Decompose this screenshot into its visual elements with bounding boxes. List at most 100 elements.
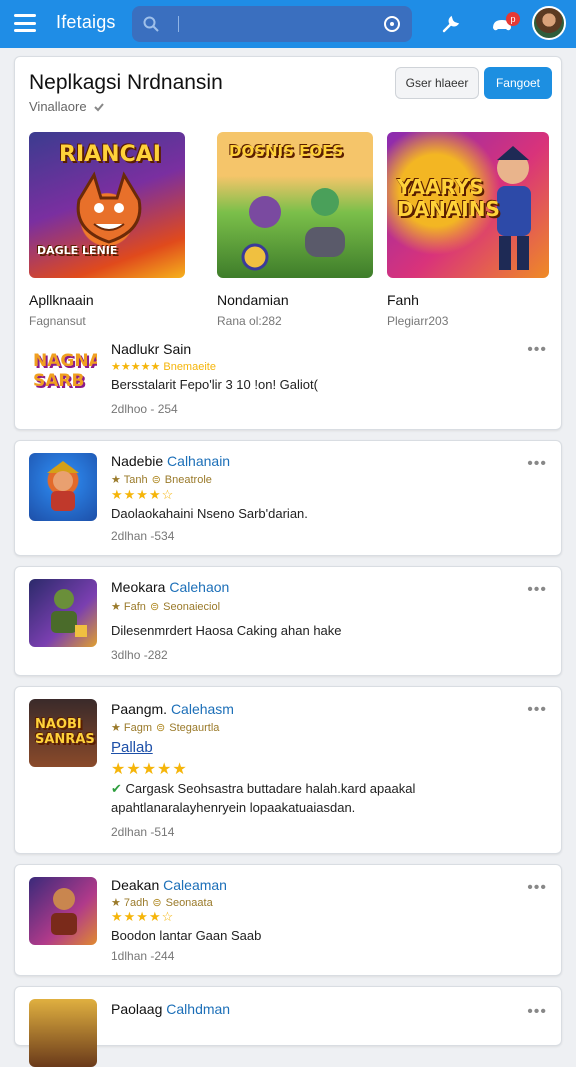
clear-search-icon[interactable] [382,14,402,34]
meta-category: Seonaata [165,896,213,909]
meta-category: Bneatrole [164,473,212,486]
featured-title-2: Nondamian [217,292,289,308]
inline-app-meta: ★★★★★ Bnemaeite [111,361,216,373]
more-options-icon[interactable]: ••• [527,1004,547,1020]
more-options-icon[interactable]: ••• [527,582,547,598]
star-rating: ★★★★★ [111,761,188,778]
app-title-accent: Calhanain [167,453,231,469]
featured-item-3[interactable]: YAARYS DANAINS Fanh Plegiarr203 [387,132,549,328]
list-item[interactable]: Meokara Calehaon ★ Fafn ⊜ Seonaieciol Dile… [14,566,562,676]
app-icon[interactable] [29,999,97,1067]
app-stat: 3dlho -282 [111,648,168,662]
app-title[interactable]: Paolaag Calhdman [111,1001,230,1017]
list-item[interactable]: Deakan Caleaman ★ 7adh ⊜ Seonaata ★★★★☆ Bo… [14,864,562,976]
more-options-icon[interactable]: ••• [527,880,547,896]
star-rating: ★★★★☆ [111,487,175,502]
battle-scene-illustration [241,188,345,271]
meta-rating: ★ 7adh [111,897,149,909]
soldier-illustration [51,589,87,637]
list-item[interactable]: Nadebie Calhanain ★ Tanh ⊜ Bneatrole ★★★★☆… [14,440,562,556]
list-item[interactable]: Paolaag Calhdman ••• [14,986,562,1067]
meta-category: Seonaieciol [163,600,221,613]
search-icon [143,16,159,32]
hamburger-menu-icon[interactable] [14,14,36,32]
check-icon: ✔ [111,781,122,796]
app-title[interactable]: Nadebie Calhanain [111,453,230,469]
app-stat: 2dlhan -534 [111,529,175,543]
app-stat: 2dlhan -514 [111,825,175,839]
app-brand[interactable]: Ifetaigs [56,12,116,33]
featured-item-2[interactable]: DOSNIS EOES Nondamian Rana ol:282 [217,132,373,328]
app-stat: 1dlhan -244 [111,949,175,963]
meta-category: Stegaurtla [169,721,220,734]
verified-check-icon [93,102,104,111]
featured-sub-1: Fagnansut [29,314,86,328]
monster-illustration [76,171,142,244]
featured-art-sub-1: DAGLE LENIE [37,244,118,257]
app-icon[interactable] [29,453,97,521]
app-title-main: Meokara [111,579,166,595]
section-subtitle: Vinallaore [29,99,105,114]
app-title[interactable]: Paangm. Calehasm [111,701,234,717]
featured-art-title-2: DOSNIS EOES [229,142,344,160]
list-item[interactable]: NAOBI SANRAS Paangm. Calehasm ★ Fagm ⊜ Ste… [14,686,562,854]
search-input[interactable] [186,12,366,36]
meta-rating: ★ Fafn [111,601,146,613]
inline-icon-text: NAGNA SARB [33,351,97,391]
wrench-tool-icon[interactable] [436,10,464,38]
app-meta: ★ Tanh ⊜ Bneatrole [111,473,212,487]
meta-tag-icon: ⊜ [151,474,161,486]
meta-rating: ★ Tanh [111,474,148,486]
featured-art-3[interactable]: YAARYS DANAINS [387,132,549,278]
featured-art-title-3: YAARYS DANAINS [397,175,500,221]
app-desc-line2: apahtlanaralayhenryein lopaakatuaiasdan. [111,800,356,815]
character-illustration [47,461,79,511]
primary-button[interactable]: Fangoet [484,67,552,99]
app-title-main: Nadebie [111,453,164,469]
app-icon-inline[interactable]: NAGNA SARB [29,339,97,407]
featured-art-title-1: RIANCAI [59,142,161,167]
app-icon[interactable]: NAOBI SANRAS [29,699,97,767]
app-title[interactable]: Meokara Calehaon [111,579,229,595]
more-options-icon[interactable]: ••• [527,342,547,358]
section-title: Neplkagsi Nrdnansin [29,71,223,94]
search-bar[interactable] [132,6,412,42]
app-title-accent: Calhdman [166,1001,231,1017]
featured-item-1[interactable]: RIANCAI DAGLE LENIE Apllknaain Fagnansut [29,132,185,328]
notification-badge: p [506,12,520,26]
app-link[interactable]: Pallab [111,739,153,756]
top-bar: Ifetaigs p [0,0,576,48]
app-desc: Dilesenmrdert Haosa Caking ahan hake [111,623,342,638]
subtitle-text: Vinallaore [29,99,87,114]
app-desc: ✔ Cargask Seohsastra buttadare halah.kar… [111,781,415,797]
featured-card: Neplkagsi Nrdnansin Vinallaore Gser hlae… [14,56,562,430]
inline-app-title[interactable]: Nadlukr Sain [111,341,191,357]
app-title-accent: Calehasm [170,701,234,717]
app-title-accent: Calehaon [169,579,230,595]
app-title-main: Deakan [111,877,160,893]
app-title[interactable]: Deakan Caleaman [111,877,227,893]
app-icon-text: NAOBI SANRAS [35,717,95,747]
app-desc-text: Cargask Seohsastra buttadare halah.kard … [125,781,416,796]
more-options-icon[interactable]: ••• [527,456,547,472]
app-title-accent: Caleaman [163,877,227,893]
meta-tag-icon: ⊜ [152,897,162,909]
meta-tag-icon: ⊜ [149,601,160,613]
inline-app-desc: Bersstalarit Fepo'lir 3 10 !on! Galiot( [111,377,318,392]
app-icon[interactable] [29,877,97,945]
app-meta: ★ Fafn ⊜ Seonaieciol [111,600,221,614]
app-title-main: Paolaag [111,1001,163,1017]
meta-tag-icon: ⊜ [156,722,166,734]
featured-sub-3: Plegiarr203 [387,314,449,328]
app-meta: ★ Fagm ⊜ Stegaurtla [111,721,220,735]
text-caret [178,16,179,32]
app-icon[interactable] [29,579,97,647]
featured-art-2[interactable]: DOSNIS EOES [217,132,373,278]
app-title-main: Paangm. [111,701,168,717]
featured-art-1[interactable]: RIANCAI DAGLE LENIE [29,132,185,278]
secondary-button[interactable]: Gser hlaeer [395,67,479,99]
more-options-icon[interactable]: ••• [527,702,547,718]
app-desc: Boodon lantar Gaan Saab [111,928,262,943]
meta-rating: ★ Fagm [111,722,153,734]
user-avatar[interactable] [532,6,566,40]
